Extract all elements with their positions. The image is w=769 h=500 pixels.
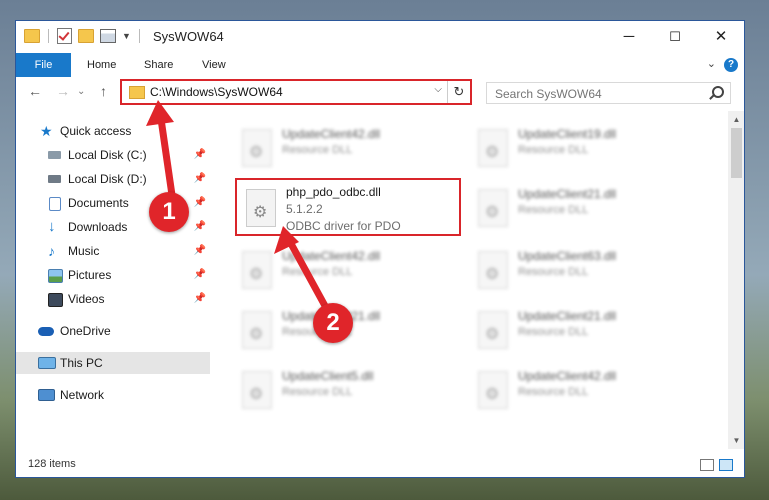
up-button[interactable]: ↑: [100, 83, 107, 99]
file-tile[interactable]: UpdateClient42.dll Resource DLL: [470, 365, 690, 417]
qat-dropdown-icon[interactable]: ▼: [122, 31, 131, 41]
quick-access-toolbar: ▼: [24, 28, 142, 44]
pin-icon: 📌: [193, 269, 206, 280]
nav-item-music[interactable]: ♪ Music 📌: [16, 240, 210, 262]
step-1-badge: 1: [149, 192, 189, 232]
dll-file-icon: [478, 311, 508, 349]
title-bar: ▼ SysWOW64 ─ ☐ ✕: [16, 21, 744, 53]
dll-file-icon: [478, 129, 508, 167]
address-dropdown-icon[interactable]: ⌵: [434, 84, 442, 95]
explorer-window: ▼ SysWOW64 ─ ☐ ✕ File Home Share View ⌄ …: [15, 20, 745, 478]
close-button[interactable]: ✕: [698, 21, 744, 53]
cloud-icon: [38, 327, 54, 336]
star-icon: ★: [40, 123, 53, 139]
customize-view-icon[interactable]: [100, 29, 116, 43]
address-path[interactable]: C:\Windows\SysWOW64: [150, 85, 283, 99]
file-list: UpdateClient42.dll Resource DLL UpdateCl…: [212, 111, 728, 449]
address-bar[interactable]: C:\Windows\SysWOW64 ⌵ ↻: [120, 79, 472, 105]
pin-icon: 📌: [193, 197, 206, 208]
file-tile[interactable]: UpdateClient21.dll Resource DLL: [470, 183, 690, 235]
nav-item-quick-access[interactable]: ★ Quick access: [16, 120, 210, 142]
minimize-button[interactable]: ─: [606, 21, 652, 53]
tiles-view-icon[interactable]: [719, 459, 733, 471]
file-tile[interactable]: UpdateClient42.dll Resource DLL: [234, 123, 454, 175]
documents-icon: [49, 197, 61, 211]
pin-icon: 📌: [193, 293, 206, 304]
tab-view[interactable]: View: [188, 53, 240, 77]
download-icon: ↓: [48, 218, 56, 235]
refresh-button[interactable]: ↻: [447, 81, 470, 103]
status-bar: 128 items: [16, 453, 744, 477]
videos-icon: [48, 293, 63, 307]
nav-item-network[interactable]: Network: [16, 384, 210, 406]
network-icon: [38, 389, 55, 401]
dll-file-icon: [242, 251, 272, 289]
search-box[interactable]: [486, 82, 731, 104]
folder-icon: [24, 29, 40, 43]
search-icon[interactable]: [712, 86, 724, 98]
dll-file-icon: [242, 371, 272, 409]
file-tile[interactable]: UpdateClient5.dll Resource DLL: [234, 365, 454, 417]
navigation-pane: ★ Quick access Local Disk (C:) 📌 Local D…: [16, 111, 210, 449]
scroll-thumb[interactable]: [731, 128, 742, 178]
search-input[interactable]: [493, 85, 707, 103]
vertical-scrollbar[interactable]: ▲ ▼: [728, 111, 744, 449]
dll-file-icon: [242, 129, 272, 167]
item-count: 128 items: [28, 458, 76, 470]
folder-icon: [129, 86, 145, 99]
music-icon: ♪: [48, 243, 55, 259]
pin-icon: 📌: [193, 221, 206, 232]
dll-file-icon: [478, 371, 508, 409]
nav-item-videos[interactable]: Videos 📌: [16, 288, 210, 310]
file-tile[interactable]: UpdateClient19.dll Resource DLL: [470, 123, 690, 175]
recent-locations-button[interactable]: ⌄: [77, 86, 85, 97]
file-tile[interactable]: UpdateClient21.dll Resource DLL: [470, 305, 690, 357]
nav-item-onedrive[interactable]: OneDrive: [16, 320, 210, 342]
drive-icon: [48, 151, 61, 159]
forward-button[interactable]: →: [56, 83, 70, 99]
dll-file-icon: [478, 189, 508, 227]
file-tile[interactable]: UpdateClient42.dll Resource DLL: [234, 245, 454, 297]
nav-item-local-disk-c[interactable]: Local Disk (C:) 📌: [16, 144, 210, 166]
tab-share[interactable]: Share: [130, 53, 187, 77]
details-view-icon[interactable]: [700, 459, 714, 471]
tab-home[interactable]: Home: [73, 53, 130, 77]
back-button[interactable]: ←: [28, 83, 42, 99]
dll-file-icon: [242, 311, 272, 349]
dll-file-icon: [478, 251, 508, 289]
navigation-bar: ← → ⌄ ↑ C:\Windows\SysWOW64 ⌵ ↻: [16, 77, 744, 111]
expand-ribbon-icon[interactable]: ⌄: [707, 57, 716, 70]
scroll-up-icon[interactable]: ▲: [728, 111, 744, 128]
help-icon[interactable]: ?: [724, 58, 738, 72]
pin-icon: 📌: [193, 149, 206, 160]
nav-item-pictures[interactable]: Pictures 📌: [16, 264, 210, 286]
file-tile[interactable]: UpdateClient63.dll Resource DLL: [470, 245, 690, 297]
pictures-icon: [48, 269, 63, 283]
window-title: SysWOW64: [153, 29, 224, 44]
tab-file[interactable]: File: [16, 53, 71, 77]
new-folder-icon[interactable]: [78, 29, 94, 43]
pin-icon: 📌: [193, 245, 206, 256]
step-2-badge: 2: [313, 303, 353, 343]
ribbon-tabs: File Home Share View ⌄ ?: [16, 53, 744, 78]
nav-item-this-pc[interactable]: This PC: [16, 352, 210, 374]
nav-item-local-disk-d[interactable]: Local Disk (D:) 📌: [16, 168, 210, 190]
drive-icon: [48, 175, 61, 183]
properties-check-icon[interactable]: [57, 28, 72, 44]
pin-icon: 📌: [193, 173, 206, 184]
maximize-button[interactable]: ☐: [652, 21, 698, 53]
computer-icon: [38, 357, 56, 369]
highlight-box: [235, 178, 461, 236]
scroll-down-icon[interactable]: ▼: [728, 432, 744, 449]
